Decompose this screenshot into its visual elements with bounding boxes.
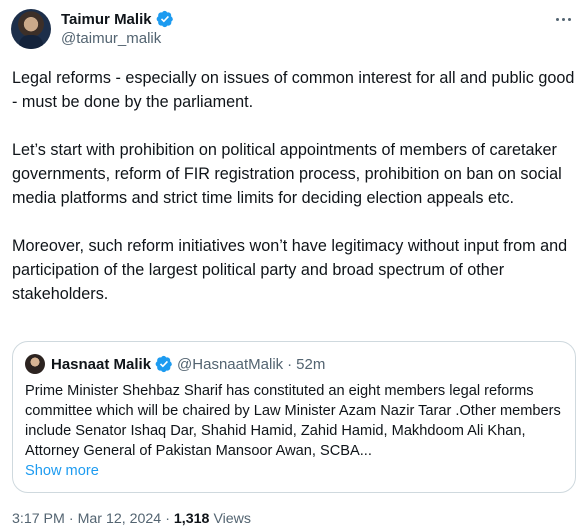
views-label: Views [213,511,252,527]
tweet-meta: 3:17 PM · Mar 12, 2024 · 1,318 Views [12,511,251,527]
tweet-card: Taimur Malik @taimur_malik Legal reforms… [0,0,586,531]
tweet-time[interactable]: 3:17 PM [12,511,65,527]
author-handle[interactable]: @taimur_malik [61,30,161,47]
author-name[interactable]: Taimur Malik [61,11,152,28]
quoted-header: Hasnaat Malik @HasnaatMalik · 52m [51,354,325,374]
verified-badge-icon [156,10,173,28]
separator: · [287,355,293,373]
separator: · [165,511,170,527]
quoted-timestamp: 52m [296,355,326,373]
quoted-author-name: Hasnaat Malik [51,355,152,373]
dot [567,17,571,21]
more-options-icon[interactable] [552,10,574,28]
dot [561,17,565,21]
author-name-row: Taimur Malik [61,9,174,29]
quoted-author-handle: @HasnaatMalik [177,355,284,373]
tweet-paragraph: Legal reforms - especially on issues of … [12,69,575,111]
dot [555,17,559,21]
quoted-author-avatar [25,354,45,374]
quoted-text: Prime Minister Shehbaz Sharif has consti… [25,383,561,459]
tweet-paragraph: Moreover, such reform initiatives won’t … [12,237,568,303]
views-count: 1,318 [173,511,210,527]
show-more-link[interactable]: Show more [25,463,99,479]
tweet-date[interactable]: Mar 12, 2024 [78,511,162,527]
separator: · [68,511,74,527]
tweet-paragraph: Let’s start with prohibition on politica… [12,141,562,207]
quoted-tweet[interactable]: Hasnaat Malik @HasnaatMalik · 52m Prime … [12,341,576,493]
tweet-text: Legal reforms - especially on issues of … [12,66,580,306]
author-avatar[interactable] [11,9,51,49]
verified-badge-icon [155,355,172,373]
